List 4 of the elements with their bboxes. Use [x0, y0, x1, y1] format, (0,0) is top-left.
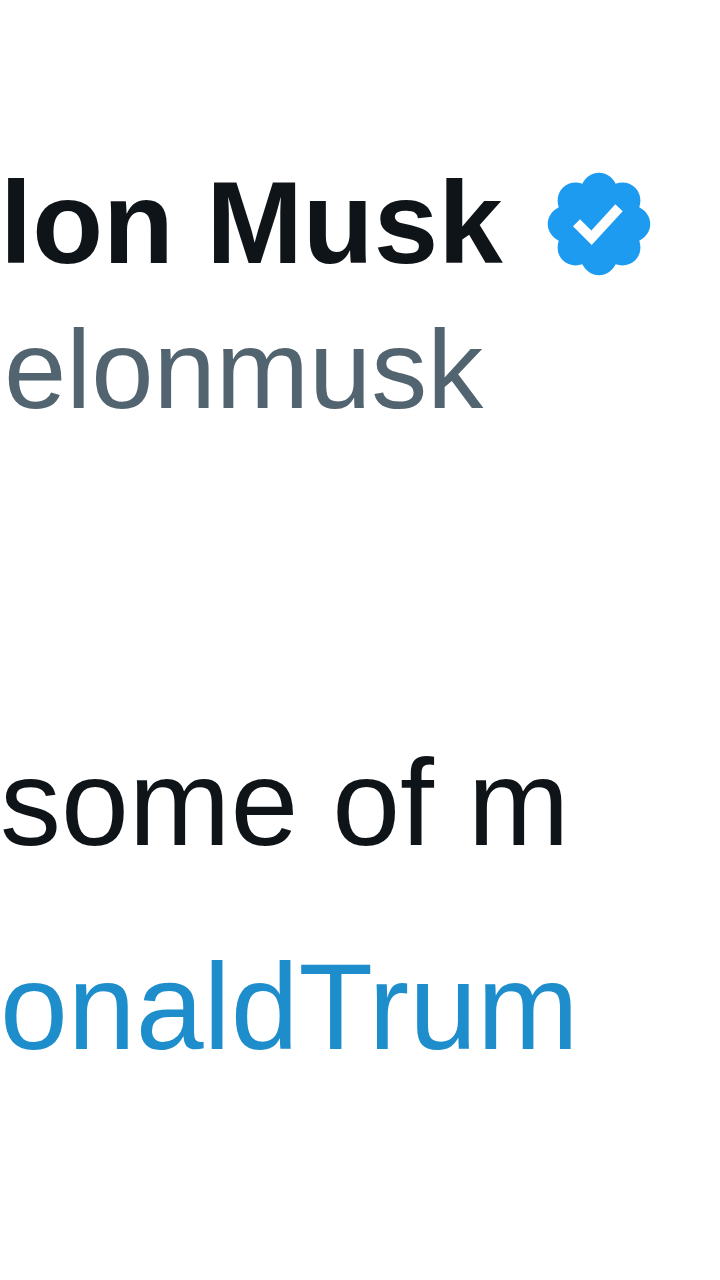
mention-link[interactable]: onaldTrum — [0, 939, 579, 1075]
author-handle: elonmusk — [3, 307, 485, 431]
post-text: some of m — [0, 735, 570, 870]
author-name: lon Musk — [0, 160, 503, 288]
